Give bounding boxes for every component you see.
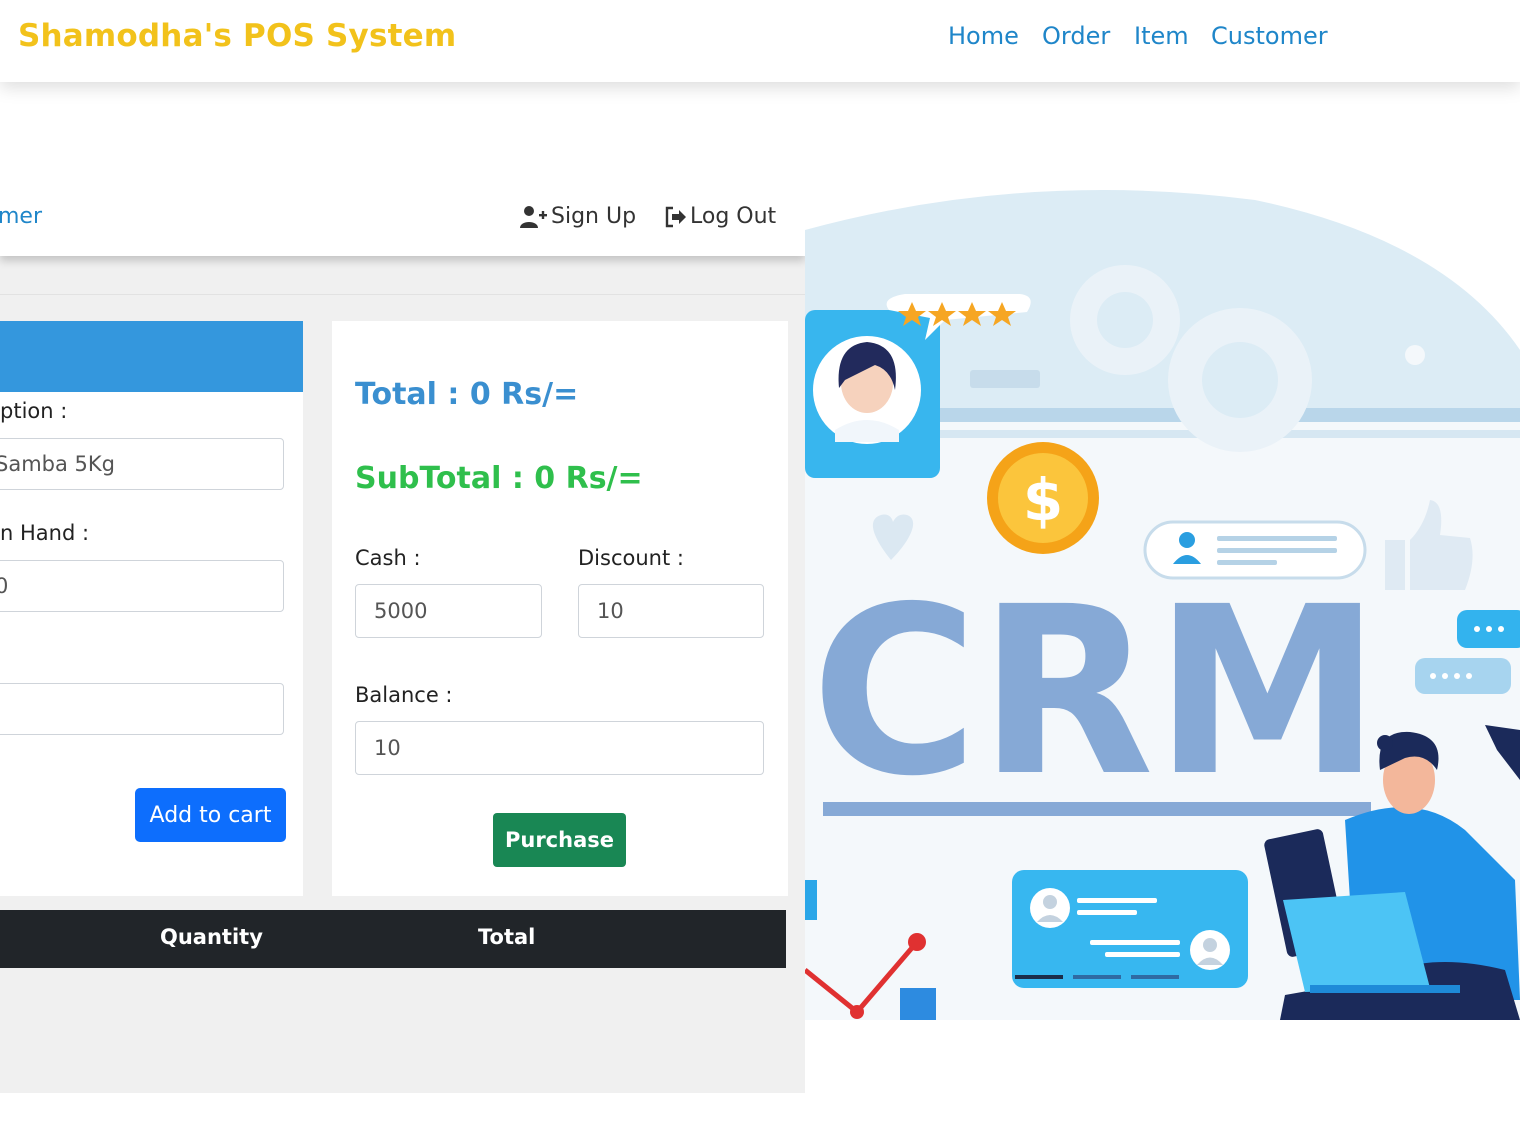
add-to-cart-button[interactable]: Add to cart <box>135 788 286 842</box>
nav-home[interactable]: Home <box>948 22 1019 50</box>
sign-out-icon <box>665 206 686 227</box>
contact-card-icon <box>1012 870 1248 988</box>
divider <box>0 294 805 295</box>
purchase-button[interactable]: Purchase <box>493 813 626 867</box>
sign-up-label: Sign Up <box>551 204 637 229</box>
totals-card: Total : 0 Rs/= SubTotal : 0 Rs/= Cash : … <box>332 321 788 896</box>
nav-customer[interactable]: Customer <box>1211 22 1328 50</box>
top-navbar: Shamodha's POS System Home Order Item Cu… <box>0 0 1520 82</box>
description-field[interactable]: Samba 5Kg <box>0 438 284 490</box>
crm-illustration: $ CRM <box>805 190 1520 1020</box>
dollar-coin-icon: $ <box>987 442 1099 554</box>
col-quantity: Quantity <box>160 925 263 949</box>
total-text: Total : 0 Rs/= <box>355 377 579 412</box>
subtotal-text: SubTotal : 0 Rs/= <box>355 461 643 496</box>
sign-up-link[interactable]: Sign Up <box>519 204 636 229</box>
qty-on-hand-field[interactable]: 0 <box>0 560 284 612</box>
description-label: ption : <box>0 399 68 423</box>
log-out-link[interactable]: Log Out <box>664 204 776 229</box>
discount-field[interactable]: 10 <box>578 584 764 638</box>
cash-field[interactable]: 5000 <box>355 584 542 638</box>
screenshot-navbar: mer Sign Up Log Out <box>0 178 805 256</box>
form-card-header <box>0 321 303 392</box>
item-form-card: ption : Samba 5Kg n Hand : 0 Add to cart <box>0 321 303 896</box>
cash-label: Cash : <box>355 546 421 570</box>
crm-text: CRM <box>811 557 1381 827</box>
user-plus-icon <box>520 205 547 228</box>
col-total: Total <box>478 925 536 949</box>
app-screenshot: mer Sign Up Log Out ption : Samba 5Kg n … <box>0 178 805 1093</box>
dollar-sign: $ <box>1023 466 1063 534</box>
discount-label: Discount : <box>578 546 684 570</box>
nav-item[interactable]: Item <box>1134 22 1189 50</box>
nav-customer-partial[interactable]: mer <box>0 204 42 229</box>
quantity-field[interactable] <box>0 683 284 735</box>
cart-table-header: Quantity Total <box>0 910 786 968</box>
balance-field[interactable]: 10 <box>355 721 764 775</box>
nav-order[interactable]: Order <box>1042 22 1110 50</box>
qty-on-hand-label: n Hand : <box>0 521 90 545</box>
log-out-label: Log Out <box>690 204 777 229</box>
brand-title[interactable]: Shamodha's POS System <box>18 18 456 54</box>
balance-label: Balance : <box>355 683 453 707</box>
